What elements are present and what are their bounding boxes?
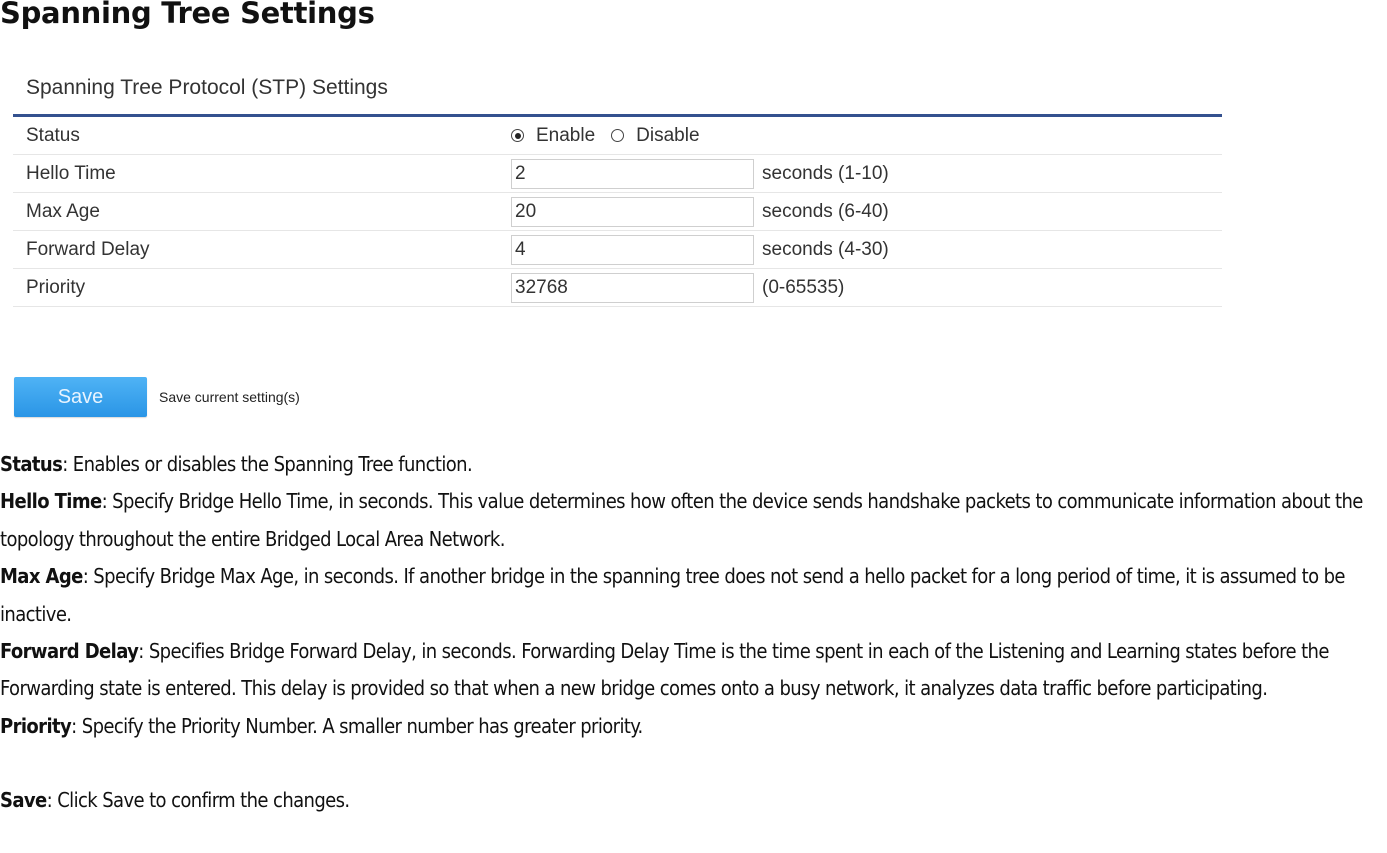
status-row: Status Enable Disable	[13, 117, 1222, 155]
page-title: Spanning Tree Settings	[0, 0, 375, 30]
save-area: Save Save current setting(s)	[14, 377, 300, 417]
description-term: Save	[0, 788, 47, 813]
enable-radio-label[interactable]: Enable	[536, 125, 595, 147]
description-text: : Enables or disables the Spanning Tree …	[62, 452, 473, 476]
max-age-hint: seconds (6-40)	[762, 200, 889, 222]
description-term: Forward Delay	[0, 639, 139, 664]
save-button[interactable]: Save	[14, 377, 147, 417]
description-term: Status	[0, 452, 63, 476]
description-save: Save: Click Save to confirm the changes.	[0, 782, 1387, 819]
description-hello-time: Hello Time: Specify Bridge Hello Time, i…	[0, 483, 1387, 558]
hello-time-hint: seconds (1-10)	[762, 162, 889, 184]
description-term: Priority	[0, 713, 72, 738]
description-text: : Specify Bridge Max Age, in seconds. If…	[0, 564, 1346, 626]
description-max-age: Max Age: Specify Bridge Max Age, in seco…	[0, 558, 1387, 633]
hello-time-row: Hello Time seconds (1-10)	[13, 155, 1222, 193]
priority-row: Priority (0-65535)	[13, 269, 1222, 307]
disable-radio[interactable]	[611, 129, 625, 142]
enable-radio[interactable]	[511, 129, 524, 142]
max-age-row: Max Age seconds (6-40)	[13, 193, 1222, 231]
status-radio-group: Enable Disable	[511, 125, 716, 147]
forward-delay-input[interactable]	[511, 234, 754, 265]
description-text: : Specifies Bridge Forward Delay, in sec…	[0, 639, 1329, 701]
forward-delay-hint: seconds (4-30)	[762, 238, 889, 260]
description-text: : Specify the Priority Number. A smaller…	[71, 713, 643, 738]
panel-title: Spanning Tree Protocol (STP) Settings	[26, 76, 388, 99]
priority-input[interactable]	[511, 272, 754, 303]
max-age-label: Max Age	[26, 200, 100, 222]
status-label: Status	[26, 124, 80, 146]
description-term: Hello Time	[0, 489, 102, 514]
field-descriptions: Status: Enables or disables the Spanning…	[0, 446, 1387, 820]
priority-label: Priority	[26, 276, 86, 298]
hello-time-input[interactable]	[511, 158, 754, 189]
forward-delay-label: Forward Delay	[26, 238, 150, 260]
stp-settings-panel: Spanning Tree Protocol (STP) Settings St…	[13, 70, 1222, 307]
description-text: : Specify Bridge Hello Time, in seconds.…	[0, 489, 1363, 551]
hello-time-label: Hello Time	[26, 162, 116, 184]
description-status: Status: Enables or disables the Spanning…	[0, 446, 1387, 483]
save-note: Save current setting(s)	[159, 389, 300, 405]
description-forward-delay: Forward Delay: Specifies Bridge Forward …	[0, 633, 1387, 708]
description-priority: Priority: Specify the Priority Number. A…	[0, 708, 1387, 745]
description-term: Max Age	[0, 564, 83, 589]
max-age-input[interactable]	[511, 196, 754, 227]
disable-radio-label[interactable]: Disable	[636, 125, 699, 147]
priority-hint: (0-65535)	[762, 276, 845, 298]
description-text: : Click Save to confirm the changes.	[46, 788, 351, 813]
forward-delay-row: Forward Delay seconds (4-30)	[13, 231, 1222, 269]
